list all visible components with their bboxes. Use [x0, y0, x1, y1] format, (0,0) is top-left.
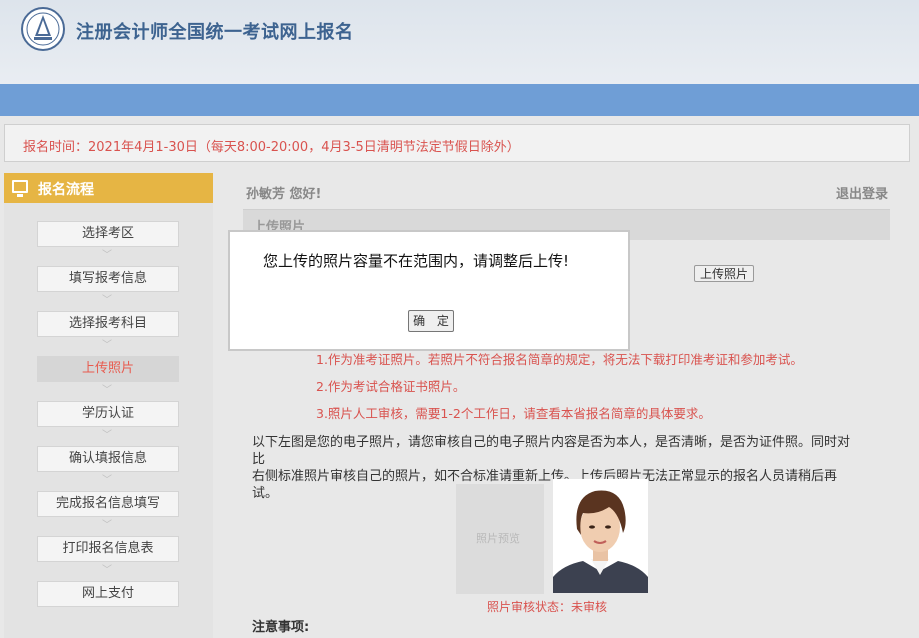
photo-preview-label: 照片预览 — [476, 532, 520, 545]
photo-audit-status: 照片审核状态：未审核 — [487, 600, 608, 614]
alert-dialog: 您上传的照片容量不在范围内，请调整后上传! 确 定 — [228, 230, 630, 351]
chevron-down-icon: ﹀ — [102, 250, 112, 261]
sidebar-header: 报名流程 — [4, 173, 213, 203]
confirm-button[interactable]: 确 定 — [408, 310, 454, 332]
logout-link[interactable]: 退出登录 — [836, 183, 888, 202]
cicpa-logo-icon — [21, 7, 65, 51]
chevron-down-icon: ﹀ — [102, 385, 112, 396]
chevron-down-icon: ﹀ — [102, 565, 112, 576]
sidebar-step-complete-info[interactable]: 完成报名信息填写 — [37, 491, 179, 517]
sidebar-step-education-verify[interactable]: 学历认证 — [37, 401, 179, 427]
registration-notice: 报名时间：2021年4月1-30日（每天8:00-20:00，4月3-5日清明节… — [4, 124, 910, 162]
photo-description: 以下左图是您的电子照片，请您审核自己的电子照片内容是否为本人，是否清晰，是否为证… — [252, 434, 852, 502]
chevron-down-icon: ﹀ — [102, 475, 112, 486]
monitor-icon — [12, 180, 28, 197]
sidebar-step-upload-photo[interactable]: 上传照片 — [37, 356, 179, 382]
chevron-down-icon: ﹀ — [102, 340, 112, 351]
description-line: 右侧标准照片审核自己的照片，如不合标准请重新上传。上传后照片无法正常显示的报名人… — [252, 469, 838, 501]
alert-message: 您上传的照片容量不在范围内，请调整后上传! — [263, 252, 570, 270]
description-line: 以下左图是您的电子照片，请您审核自己的电子照片内容是否为本人，是否清晰，是否为证… — [252, 435, 851, 467]
user-greeting: 孙敏芳 您好! — [246, 187, 322, 202]
rule-item: 3.照片人工审核，需要1-2个工作日，请查看本省报名简章的具体要求。 — [316, 406, 711, 421]
sidebar-step-print-form[interactable]: 打印报名信息表 — [37, 536, 179, 562]
sidebar: 报名流程 选择考区 ﹀ 填写报考信息 ﹀ 选择报考科目 ﹀ 上传照片 ﹀ 学历认… — [4, 173, 213, 638]
sidebar-step-select-area[interactable]: 选择考区 — [37, 221, 179, 247]
standard-photo-sample — [553, 479, 648, 593]
rule-item: 1.作为准考证照片。若照片不符合报名简章的规定，将无法下载打印准考证和参加考试。 — [316, 352, 803, 367]
registration-time-text: 报名时间：2021年4月1-30日（每天8:00-20:00，4月3-5日清明节… — [23, 140, 520, 155]
site-title: 注册会计师全国统一考试网上报名 — [76, 22, 354, 43]
notes-title: 注意事项: — [252, 620, 310, 635]
chevron-down-icon: ﹀ — [102, 295, 112, 306]
sidebar-step-select-subjects[interactable]: 选择报考科目 — [37, 311, 179, 337]
upload-photo-button[interactable]: 上传照片 — [694, 265, 754, 282]
rule-item: 2.作为考试合格证书照片。 — [316, 379, 466, 394]
nav-bar — [0, 84, 919, 116]
chevron-down-icon: ﹀ — [102, 430, 112, 441]
sidebar-step-confirm-info[interactable]: 确认填报信息 — [37, 446, 179, 472]
sidebar-step-online-payment[interactable]: 网上支付 — [37, 581, 179, 607]
page-header: 注册会计师全国统一考试网上报名 — [0, 0, 919, 84]
sidebar-step-fill-info[interactable]: 填写报考信息 — [37, 266, 179, 292]
photo-preview: 照片预览 — [456, 484, 544, 594]
chevron-down-icon: ﹀ — [102, 520, 112, 531]
sidebar-title: 报名流程 — [38, 182, 94, 198]
